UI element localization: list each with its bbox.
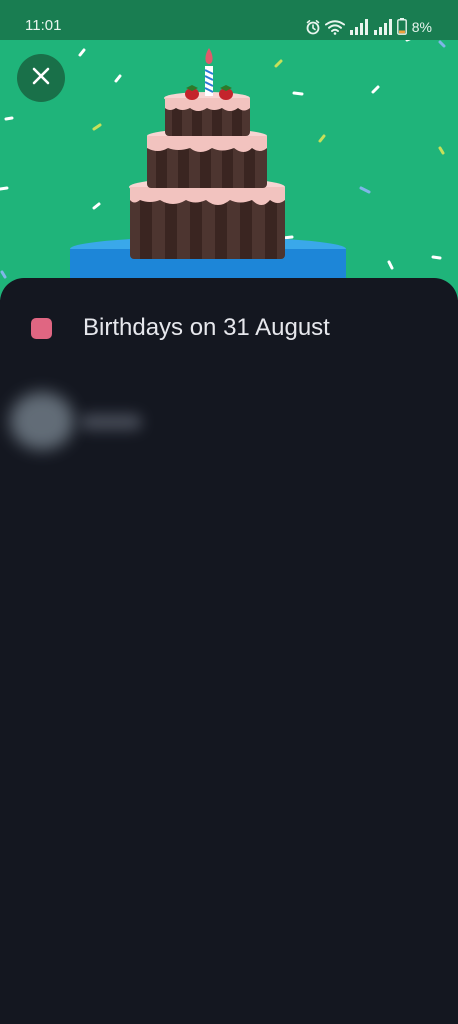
calendar-color-dot [31,317,52,339]
wifi-icon [324,19,345,35]
birthdays-sheet: Birthdays on 31 August [0,278,458,1024]
close-button[interactable] [17,54,65,102]
birthday-screen: 11:01 8% Birthdays on 31 August [0,0,458,1024]
close-icon [31,66,51,90]
battery-percent: 8% [411,18,432,35]
sheet-header: Birthdays on 31 August [31,314,330,342]
contact-name-redacted [80,414,142,430]
alarm-icon [305,19,321,35]
birthday-cake-illustration [0,40,446,300]
battery-low-icon [396,18,407,35]
status-time: 11:01 [25,17,62,34]
signal-icon [373,18,393,35]
avatar [10,392,74,450]
status-bar: 11:01 8% [0,0,458,40]
birthday-contact-item[interactable] [10,392,160,450]
status-icons: 8% [305,18,432,35]
sheet-title: Birthdays on 31 August [83,314,330,341]
birthday-banner [0,40,458,300]
signal-icon [349,18,369,35]
